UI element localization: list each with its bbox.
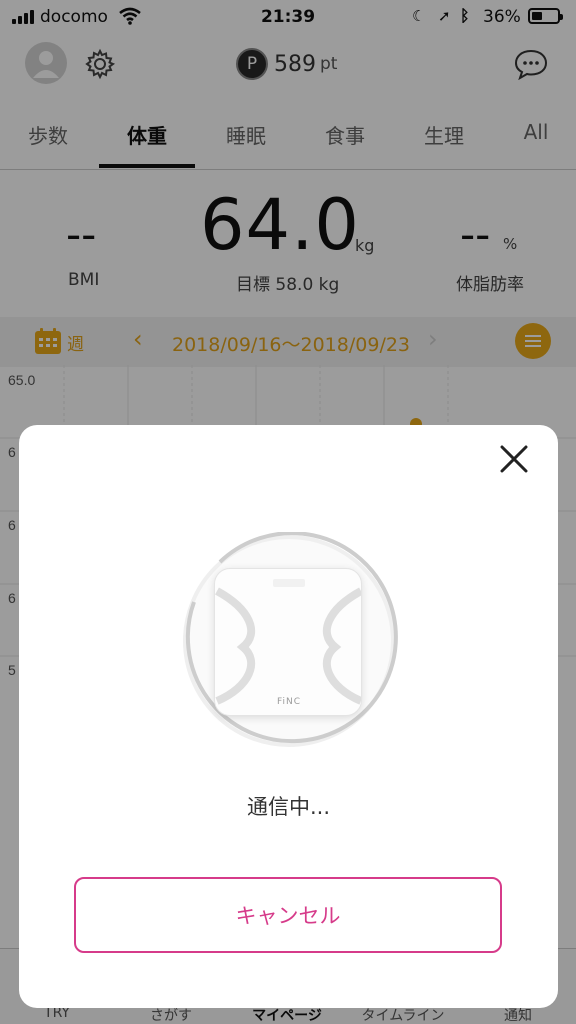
scale-illustration <box>215 579 361 705</box>
connecting-dialog: FiNC 通信中... キャンセル <box>19 425 558 1008</box>
connection-status: 通信中... <box>246 795 331 819</box>
scale-brand-logo: FiNC <box>276 697 302 707</box>
cancel-button[interactable]: キャンセル <box>74 877 502 953</box>
body-scale-image: FiNC <box>214 568 362 716</box>
close-icon[interactable] <box>496 441 532 477</box>
